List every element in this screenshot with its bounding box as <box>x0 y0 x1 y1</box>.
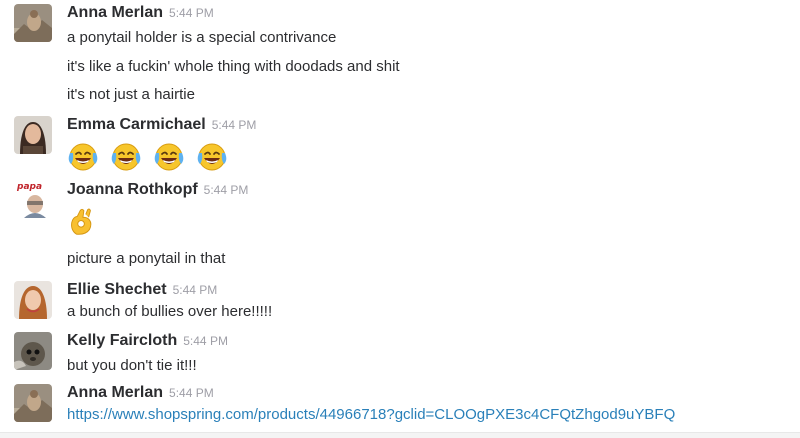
emoji-row <box>67 206 97 236</box>
timestamp[interactable]: 5:44 PM <box>173 283 218 297</box>
author-name[interactable]: Joanna Rothkopf <box>67 181 198 198</box>
face-with-tears-of-joy-icon[interactable] <box>110 140 142 172</box>
timestamp[interactable]: 5:44 PM <box>169 6 214 20</box>
joanna-avatar[interactable]: papa <box>14 180 52 218</box>
message-text: https://www.shopspring.com/products/4496… <box>67 405 675 425</box>
timestamp[interactable]: 5:44 PM <box>183 334 228 348</box>
message-text: a bunch of bullies over here!!!!! <box>67 303 273 320</box>
author-name[interactable]: Anna Merlan <box>67 384 163 401</box>
emma-avatar[interactable] <box>14 116 52 154</box>
timestamp[interactable]: 5:44 PM <box>204 183 249 197</box>
author-name[interactable]: Kelly Faircloth <box>67 332 177 349</box>
timestamp[interactable]: 5:44 PM <box>169 386 214 400</box>
author-name[interactable]: Ellie Shechet <box>67 281 167 298</box>
message-text: a ponytail holder is a special contrivan… <box>67 29 337 46</box>
author-name[interactable]: Anna Merlan <box>67 4 163 21</box>
face-with-tears-of-joy-icon[interactable] <box>196 140 228 172</box>
face-with-tears-of-joy-icon[interactable] <box>67 140 99 172</box>
message-feed: Anna Merlan 5:44 PM a ponytail holder is … <box>0 0 800 438</box>
face-with-tears-of-joy-icon[interactable] <box>153 140 185 172</box>
author-name[interactable]: Emma Carmichael <box>67 116 206 133</box>
anna-avatar[interactable] <box>14 384 52 422</box>
product-link[interactable]: https://www.shopspring.com/products/4496… <box>67 406 675 423</box>
message-text: but you don't tie it!!! <box>67 357 197 374</box>
kelly-avatar[interactable] <box>14 332 52 370</box>
message-text: picture a ponytail in that <box>67 250 226 267</box>
message-text: it's like a fuckin' whole thing with doo… <box>67 58 400 75</box>
avatar-caption: papa <box>16 182 42 192</box>
emoji-row <box>67 140 228 172</box>
timestamp[interactable]: 5:44 PM <box>212 118 257 132</box>
message-text: it's not just a hairtie <box>67 86 195 103</box>
anna-avatar[interactable] <box>14 4 52 42</box>
ok-hand-icon[interactable] <box>67 206 97 236</box>
ellie-avatar[interactable] <box>14 281 52 319</box>
scroll-edge <box>0 432 800 438</box>
